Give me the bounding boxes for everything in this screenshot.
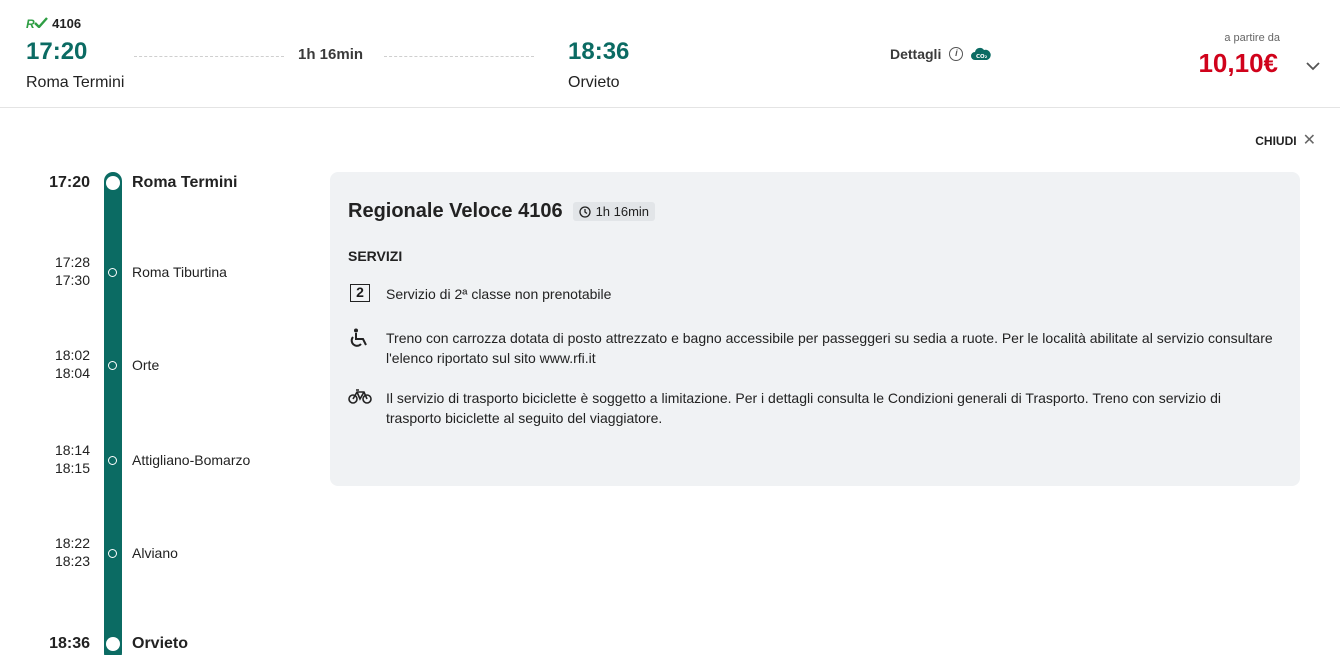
- stop-time: 18:36: [49, 635, 90, 652]
- details-link[interactable]: Dettagli i CO₂: [890, 46, 992, 62]
- stop-marker: [106, 176, 120, 190]
- stop-name: Attigliano-Bomarzo: [132, 452, 251, 468]
- service-text: Il servizio di trasporto biciclette è so…: [386, 390, 1221, 426]
- wheelchair-icon: [350, 328, 367, 347]
- arrival-time: 18:36: [568, 38, 630, 65]
- service-item: 2 Servizio di 2ª classe non prenotabile: [348, 284, 1278, 304]
- stop-name: Roma Termini: [132, 174, 238, 191]
- stop-marker: [108, 268, 117, 277]
- stop-time: 17:20: [49, 174, 90, 191]
- stop-arrival-time: 17:28: [54, 254, 90, 270]
- stop-arrival-time: 18:02: [54, 347, 90, 363]
- stop-departure-time: 17:30: [54, 272, 90, 288]
- departure-station: Roma Termini: [26, 74, 125, 91]
- timeline-bar: [104, 172, 122, 655]
- route-line-left: [134, 56, 284, 57]
- close-icon: ✕: [1302, 132, 1316, 149]
- stop-name: Orvieto: [132, 635, 189, 652]
- price: 10,10€: [1198, 48, 1278, 78]
- clock-icon: [578, 205, 591, 218]
- duration-chip: 1h 16min: [572, 202, 656, 221]
- stop-name: Alviano: [132, 545, 178, 561]
- arrival-station: Orvieto: [568, 74, 620, 91]
- stop-departure-time: 18:04: [54, 365, 90, 381]
- duration-chip-label: 1h 16min: [595, 204, 650, 219]
- panel-title: Regionale Veloce 4106: [348, 200, 563, 222]
- trip-duration: 1h 16min: [298, 46, 364, 63]
- departure-time: 17:20: [26, 38, 88, 65]
- stop-marker: [108, 549, 117, 558]
- bicycle-icon: [348, 389, 372, 404]
- co2-cloud-icon[interactable]: CO₂: [971, 47, 992, 61]
- stop-marker: [108, 456, 117, 465]
- train-code: R 4106: [26, 16, 81, 31]
- stop-arrival-time: 18:14: [54, 442, 90, 458]
- stop-marker: [106, 637, 120, 651]
- panel-header: Regionale Veloce 4106 1h 16min: [348, 200, 656, 223]
- train-summary-row[interactable]: R 4106 17:20 Roma Termini 1h 16min 18:36…: [0, 0, 1340, 108]
- stop-departure-time: 18:23: [54, 553, 90, 569]
- services-heading: SERVIZI: [348, 248, 403, 264]
- service-item: Treno con carrozza dotata di posto attre…: [348, 328, 1278, 368]
- train-number: 4106: [52, 16, 82, 31]
- price-label: a partire da: [1224, 32, 1280, 44]
- route-line-right: [384, 56, 534, 57]
- stop-arrival-time: 18:22: [54, 535, 90, 551]
- service-text: Servizio di 2ª classe non prenotabile: [386, 286, 612, 302]
- service-text: Treno con carrozza dotata di posto attre…: [386, 330, 1273, 366]
- chevron-down-icon[interactable]: [1306, 58, 1320, 71]
- info-icon[interactable]: i: [949, 47, 964, 61]
- close-label: CHIUDI: [1255, 134, 1297, 148]
- second-class-icon: 2: [350, 284, 370, 302]
- train-detail-panel: Regionale Veloce 4106 1h 16min SERVIZI 2…: [330, 172, 1300, 486]
- stop-departure-time: 18:15: [54, 460, 90, 476]
- service-item: Il servizio di trasporto biciclette è so…: [348, 388, 1278, 428]
- stop-name: Orte: [132, 357, 160, 373]
- stop-marker: [108, 361, 117, 370]
- details-label: Dettagli: [890, 46, 942, 62]
- stop-name: Roma Tiburtina: [132, 264, 227, 280]
- close-button[interactable]: CHIUDI ✕: [1255, 132, 1316, 149]
- svg-text:CO₂: CO₂: [976, 54, 988, 60]
- regionale-veloce-logo: R: [26, 17, 49, 31]
